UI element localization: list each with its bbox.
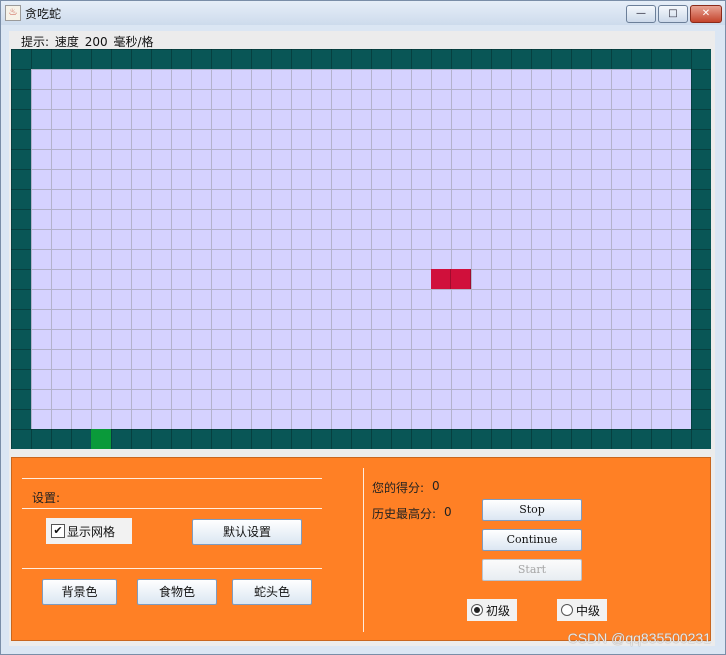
java-cup-icon: ♨ (5, 5, 21, 21)
snake-head (431, 269, 451, 289)
food-color-button[interactable]: 食物色 (137, 579, 217, 605)
continue-button[interactable]: Continue (482, 529, 582, 551)
score-label: 您的得分: (372, 481, 425, 495)
vertical-divider (363, 468, 364, 632)
divider (22, 508, 322, 509)
speed-hint: 提示: 速度 200 毫秒/格 (21, 33, 156, 50)
settings-label: 设置: (32, 491, 61, 505)
best-score-value: 0 (444, 505, 452, 519)
divider (22, 478, 322, 479)
hint-prefix: 提示: (21, 35, 50, 49)
divider (22, 568, 322, 569)
game-window: ♨ 贪吃蛇 — □ ✕ 提示: 速度 200 毫秒/格 设置: ✔ 显示网格 默… (0, 0, 726, 655)
default-settings-button[interactable]: 默认设置 (192, 519, 302, 545)
level-beginner-radio[interactable]: 初级 (467, 599, 517, 621)
best-score-label: 历史最高分: (372, 507, 437, 521)
close-button[interactable]: ✕ (690, 5, 722, 23)
radio-unselected-icon[interactable] (561, 604, 573, 616)
background-color-button[interactable]: 背景色 (42, 579, 117, 605)
play-field[interactable] (31, 69, 691, 449)
snake-head-color-button[interactable]: 蛇头色 (232, 579, 312, 605)
level-intermediate-label: 中级 (576, 604, 601, 618)
show-grid-label: 显示网格 (67, 525, 116, 539)
radio-selected-icon[interactable] (471, 604, 483, 616)
window-title: 贪吃蛇 (25, 7, 62, 21)
hint-speed-label: 速度 (54, 35, 79, 49)
start-button[interactable]: Start (482, 559, 582, 581)
food-item (91, 429, 111, 449)
hint-unit: 毫秒/格 (113, 35, 154, 49)
stop-button[interactable]: Stop (482, 499, 582, 521)
control-panel: 设置: ✔ 显示网格 默认设置 背景色 食物色 蛇头色 您的得分: 0 历史最高… (11, 457, 711, 641)
maximize-button[interactable]: □ (658, 5, 688, 23)
game-board[interactable] (11, 49, 711, 449)
window-client-area: 提示: 速度 200 毫秒/格 设置: ✔ 显示网格 默认设置 背景色 食物色 … (9, 31, 715, 646)
level-beginner-label: 初级 (486, 604, 511, 618)
title-bar[interactable]: ♨ 贪吃蛇 — □ ✕ (1, 1, 725, 25)
minimize-button[interactable]: — (626, 5, 656, 23)
checkbox-check-icon[interactable]: ✔ (51, 524, 65, 538)
watermark: CSDN @qq835500231 (567, 630, 711, 646)
snake-body-segment (451, 269, 471, 289)
hint-speed-value: 200 (84, 35, 108, 49)
score-value: 0 (432, 479, 440, 493)
level-intermediate-radio[interactable]: 中级 (557, 599, 607, 621)
show-grid-checkbox[interactable]: ✔ 显示网格 (46, 518, 132, 544)
